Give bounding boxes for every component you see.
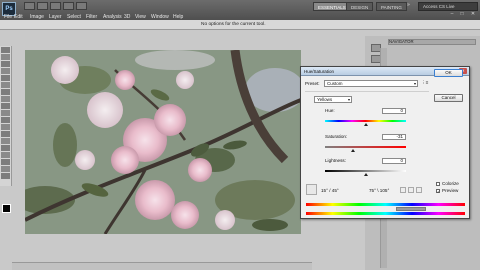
healing-brush-tool-icon[interactable] — [1, 89, 10, 95]
saturation-label: Saturation: — [325, 134, 348, 139]
edit-channel-value: Yellows — [317, 97, 333, 102]
hue-label: Hue: — [325, 108, 335, 113]
hue-slider-thumb[interactable] — [363, 123, 368, 126]
workspace-design-button[interactable]: DESIGN — [346, 2, 374, 11]
close-window-button[interactable]: ✕ — [469, 11, 477, 18]
pen-tool-icon[interactable] — [1, 145, 10, 151]
lightness-label: Lightness: — [325, 158, 346, 163]
colorize-checkbox[interactable] — [436, 182, 440, 186]
preview-label: Preview — [442, 188, 459, 193]
application-bar-icons — [24, 2, 114, 12]
ok-button[interactable]: OK — [434, 69, 463, 77]
input-color-ramp — [306, 203, 465, 206]
saturation-slider-thumb[interactable] — [350, 149, 355, 152]
cs-live-button[interactable]: Access CS Live — [418, 2, 478, 11]
maximize-button[interactable]: □ — [458, 11, 466, 18]
preset-value: Custom — [327, 81, 343, 86]
preset-label: Preset: — [305, 81, 320, 86]
cherry-blossom-photo — [25, 50, 301, 234]
lasso-tool-icon[interactable] — [1, 61, 10, 67]
more-workspaces-button[interactable]: » — [407, 2, 410, 8]
dialog-divider — [305, 91, 429, 92]
workspace-painting-button[interactable]: PAINTING — [376, 2, 407, 11]
hue-slider-track[interactable] — [325, 120, 406, 122]
application-menubar: Ps File Edit Image Layer Select Filter Analysi… — [0, 0, 480, 20]
brush-tool-icon[interactable] — [1, 96, 10, 102]
preview-checkbox[interactable]: ✓ — [436, 189, 440, 194]
eraser-tool-icon[interactable] — [1, 117, 10, 123]
hand-tool-icon[interactable] — [1, 173, 10, 179]
color-range-bar[interactable] — [396, 207, 426, 211]
history-brush-tool-icon[interactable] — [1, 110, 10, 116]
crop-tool-icon[interactable] — [1, 75, 10, 81]
range-end-label: 75° \ 105° — [369, 188, 390, 193]
add-to-sample-eyedropper-icon[interactable] — [408, 187, 414, 193]
lightness-input[interactable]: 0 — [382, 158, 406, 164]
lightness-slider-track[interactable] — [325, 170, 406, 172]
options-bar: No options for the current tool. — [0, 20, 480, 30]
saturation-input[interactable]: -31 — [382, 134, 406, 140]
mini-bridge-icon[interactable] — [37, 2, 48, 10]
edit-channel-select[interactable]: Yellows ▾ — [314, 96, 352, 103]
screen-mode-icon[interactable] — [76, 2, 87, 10]
dodge-tool-icon[interactable] — [1, 138, 10, 144]
arrange-documents-icon[interactable] — [63, 2, 74, 10]
tools-panel — [0, 46, 12, 213]
output-color-ramp — [306, 212, 465, 215]
range-start-label: 15° / 45° — [321, 188, 339, 193]
chevron-down-icon: ▾ — [347, 97, 350, 102]
zoom-level-icon[interactable] — [50, 2, 61, 10]
preset-options-icon[interactable]: ⋮≡ — [421, 80, 428, 86]
foreground-background-color-swatch[interactable] — [2, 204, 11, 213]
clone-stamp-tool-icon[interactable] — [1, 103, 10, 109]
lightness-slider-thumb[interactable] — [363, 173, 368, 176]
hue-input[interactable]: 0 — [382, 108, 406, 114]
move-tool-icon[interactable] — [1, 47, 10, 53]
gradient-tool-icon[interactable] — [1, 124, 10, 130]
quick-selection-tool-icon[interactable] — [1, 68, 10, 74]
minimize-button[interactable]: – — [448, 11, 456, 18]
colorize-label: Colorize — [442, 181, 459, 186]
type-tool-icon[interactable] — [1, 152, 10, 158]
eyedropper-tool-icon[interactable] — [1, 82, 10, 88]
eyedropper-icon[interactable] — [400, 187, 406, 193]
bridge-icon[interactable] — [24, 2, 35, 10]
status-bar — [12, 262, 312, 270]
marquee-tool-icon[interactable] — [1, 54, 10, 60]
chevron-down-icon: ▾ — [413, 81, 416, 86]
hue-saturation-dialog: Hue/Saturation ✕ Preset: Custom ▾ ⋮≡ OK … — [300, 66, 470, 219]
path-selection-tool-icon[interactable] — [1, 159, 10, 165]
saturation-slider-track[interactable] — [325, 146, 406, 148]
targeted-adjustment-hand-icon[interactable] — [306, 184, 317, 195]
blur-tool-icon[interactable] — [1, 131, 10, 137]
shape-tool-icon[interactable] — [1, 166, 10, 172]
document-canvas[interactable] — [25, 50, 301, 234]
cancel-button[interactable]: Cancel — [434, 94, 463, 102]
preset-select[interactable]: Custom ▾ — [324, 80, 418, 87]
navigator-panel-tab[interactable]: NAVIGATOR — [389, 39, 414, 44]
options-bar-message: No options for the current tool. — [201, 22, 266, 27]
dialog-title: Hue/Saturation — [304, 69, 335, 74]
subtract-from-sample-eyedropper-icon[interactable] — [416, 187, 422, 193]
